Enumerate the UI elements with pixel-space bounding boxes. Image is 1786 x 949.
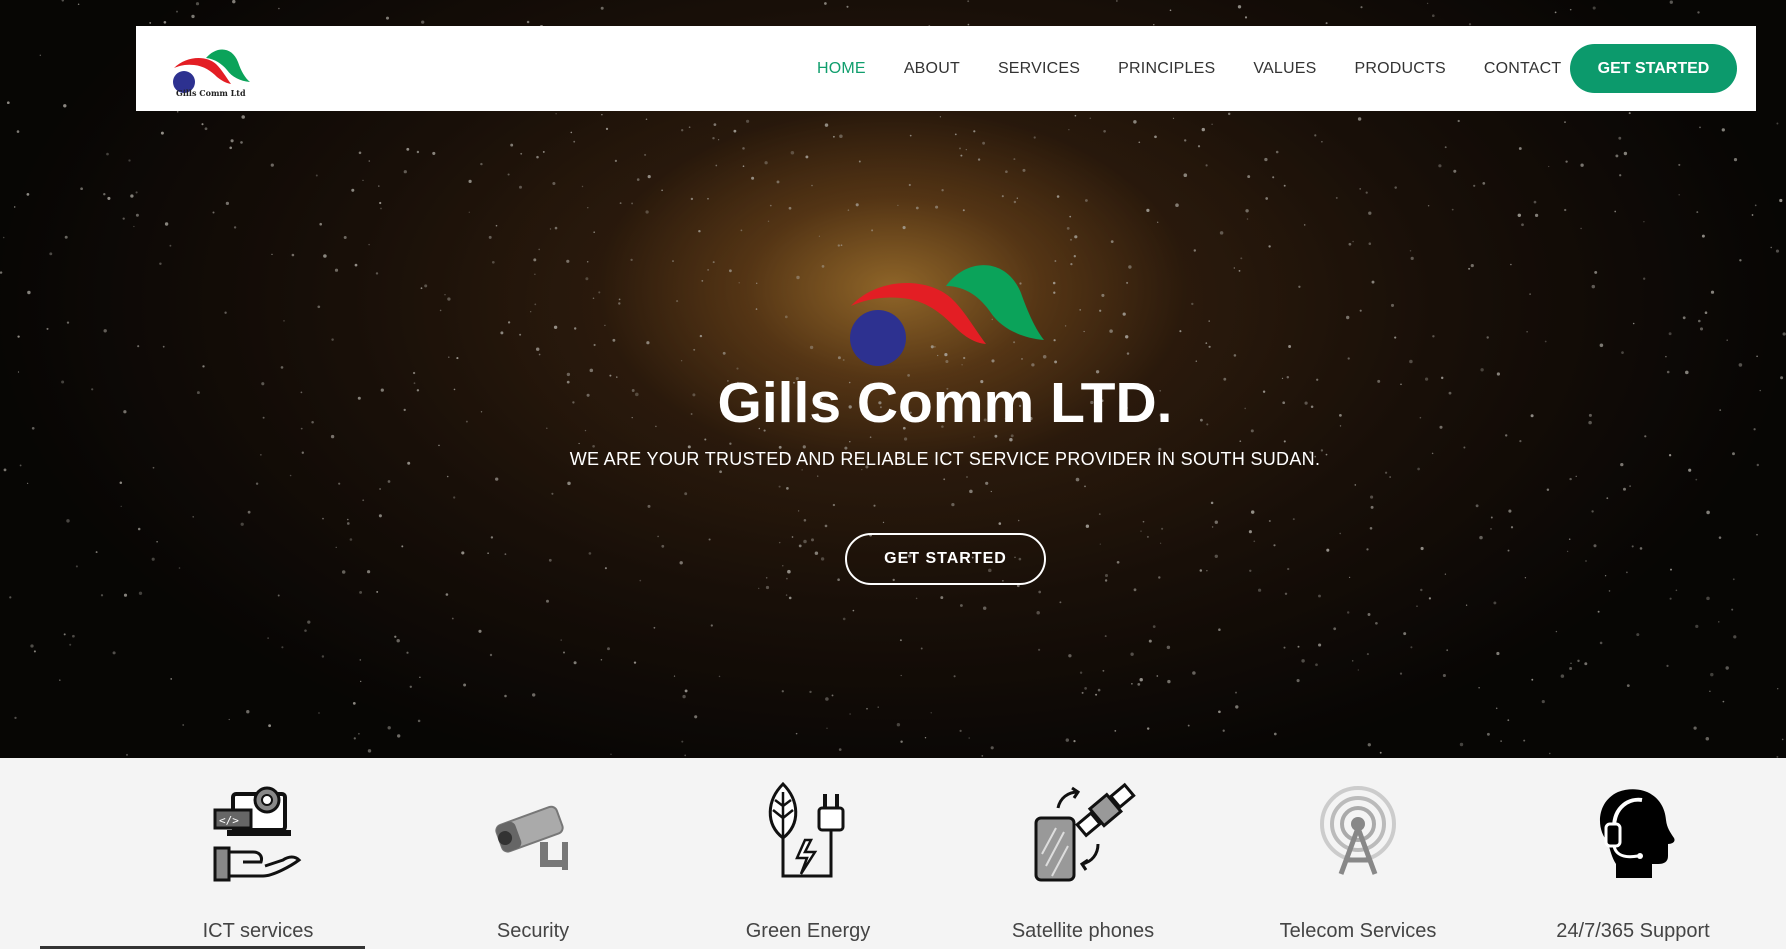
security-camera-icon <box>495 805 568 870</box>
hero-section: Gills Comm LTD. WE ARE YOUR TRUSTED AND … <box>0 0 1786 758</box>
nav-item-contact[interactable]: CONTACT <box>1484 60 1562 78</box>
service-ict[interactable]: </> ICT services <box>148 780 368 942</box>
nav-item-products[interactable]: PRODUCTS <box>1354 60 1445 78</box>
services-strip: </> ICT services Security Green Energy S… <box>0 758 1786 949</box>
service-label: Telecom Services <box>1279 920 1437 942</box>
nav-item-about[interactable]: ABOUT <box>904 60 960 78</box>
svg-text:</>: </> <box>219 814 239 827</box>
telecom-tower-icon <box>1320 786 1396 875</box>
service-satellite-phones[interactable]: Satellite phones <box>973 780 1193 942</box>
service-label: Satellite phones <box>1011 920 1155 942</box>
hero-title: Gills Comm LTD. <box>717 371 1173 435</box>
hero-subtitle: WE ARE YOUR TRUSTED AND RELIABLE ICT SER… <box>569 449 1321 469</box>
service-telecom[interactable]: Telecom Services <box>1248 780 1468 942</box>
support-headset-icon <box>1599 789 1675 878</box>
nav-item-services[interactable]: SERVICES <box>998 60 1080 78</box>
navbar: Gills Comm Ltd HOME ABOUT SERVICES PRINC… <box>136 26 1756 111</box>
service-label: Security <box>496 920 570 942</box>
nav-menu: HOME ABOUT SERVICES PRINCIPLES VALUES PR… <box>817 26 1599 111</box>
hero-get-started-button[interactable]: GET STARTED <box>845 533 1046 585</box>
satellite-phone-icon <box>1034 782 1136 882</box>
brand-logo-text: Gills Comm Ltd <box>176 88 246 98</box>
ict-services-icon: </> <box>213 786 302 882</box>
service-support[interactable]: 24/7/365 Support <box>1523 780 1743 942</box>
nav-item-principles[interactable]: PRINCIPLES <box>1118 60 1215 78</box>
service-label: 24/7/365 Support <box>1556 920 1710 942</box>
service-green-energy[interactable]: Green Energy <box>698 780 918 942</box>
service-security[interactable]: Security <box>423 780 643 942</box>
nav-item-values[interactable]: VALUES <box>1253 60 1316 78</box>
service-label: Green Energy <box>745 920 871 942</box>
hero-logo <box>850 265 1044 366</box>
service-label: ICT services <box>202 920 314 942</box>
nav-item-home[interactable]: HOME <box>817 60 866 78</box>
nav-get-started-button[interactable]: GET STARTED <box>1570 44 1737 93</box>
green-energy-icon <box>768 781 845 878</box>
